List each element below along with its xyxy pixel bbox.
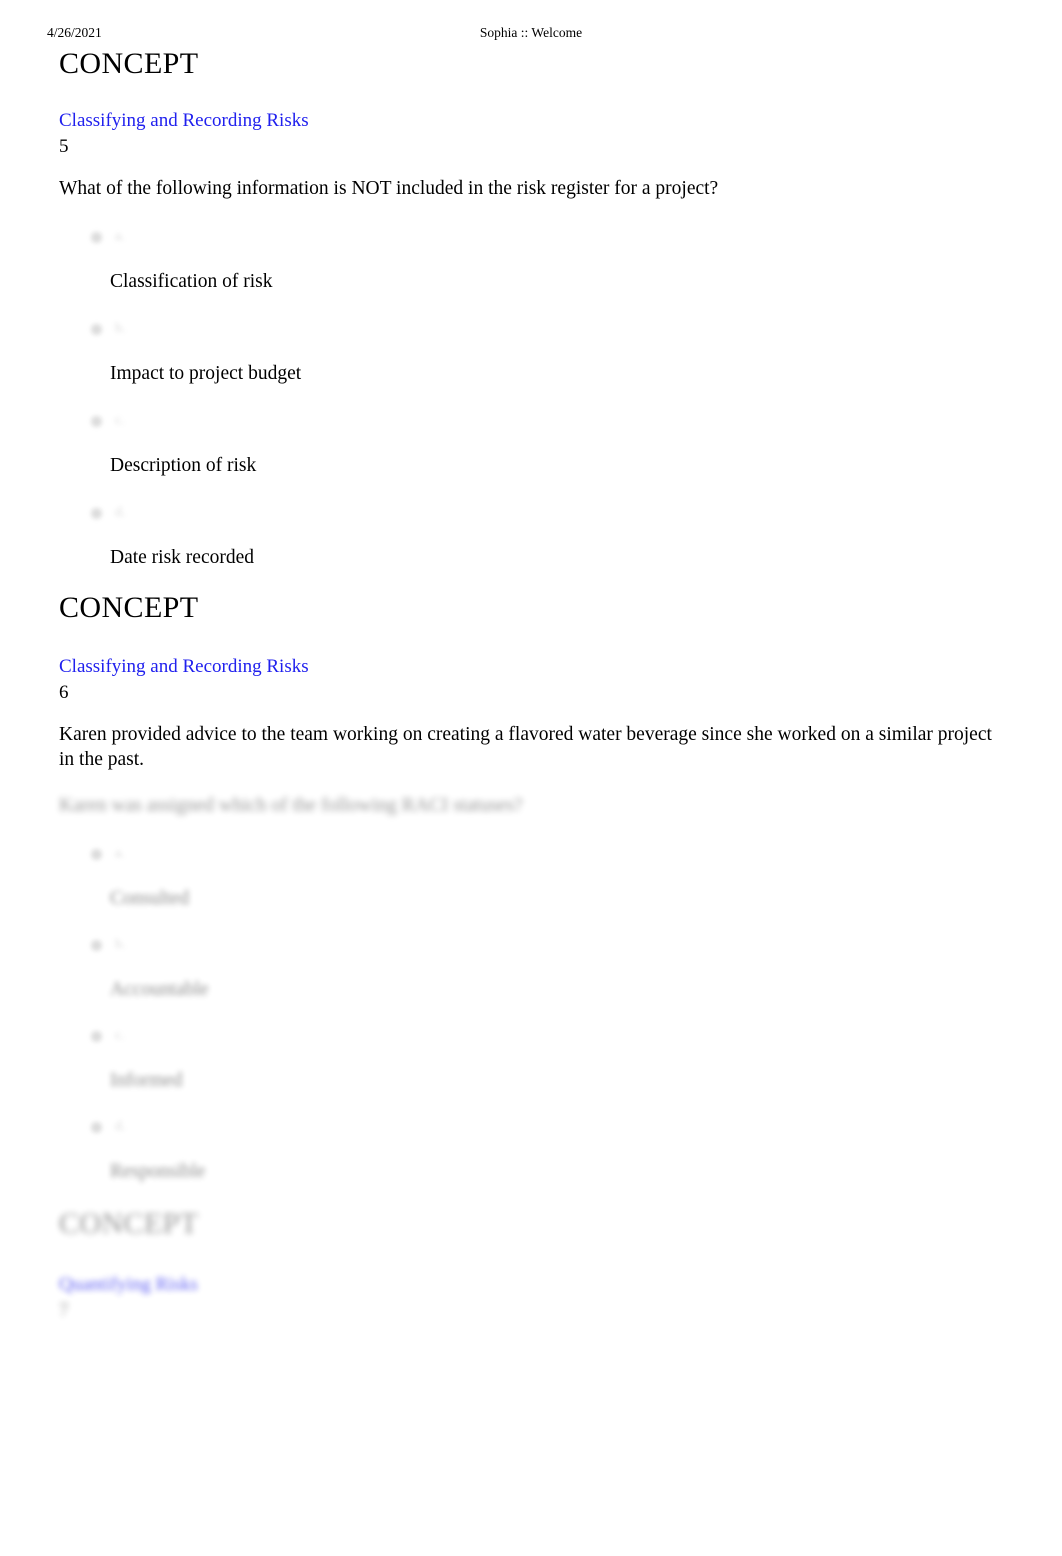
- question-section-7: CONCEPT: [59, 1206, 1019, 1242]
- option-marker[interactable]: a.: [91, 842, 1051, 866]
- option-label[interactable]: Classification of risk: [110, 269, 1062, 294]
- concept-heading: CONCEPT: [59, 47, 199, 80]
- option-letter: b.: [115, 937, 126, 952]
- options-list-6: a. Consulted b. Accountable c. Informed: [59, 842, 1019, 1206]
- option-b[interactable]: b. Impact to project budget: [59, 317, 1019, 409]
- concept-heading: CONCEPT: [59, 1207, 199, 1240]
- concept-link-classifying-and-recording-risks[interactable]: Classifying and Recording Risks: [59, 108, 309, 134]
- option-marker[interactable]: d.: [91, 501, 1051, 525]
- option-marker[interactable]: b.: [91, 933, 1051, 957]
- option-marker[interactable]: c.: [91, 409, 1051, 433]
- option-letter: c.: [115, 413, 125, 428]
- radio-button-icon[interactable]: [91, 848, 102, 860]
- option-label[interactable]: Consulted: [110, 886, 1062, 911]
- print-header: 4/26/2021 Sophia :: Welcome: [0, 23, 1062, 43]
- concept-link-row-7: Quantifying Risks: [59, 1272, 1019, 1298]
- question-number-7: 7: [59, 1298, 1019, 1323]
- option-letter: a.: [115, 229, 125, 244]
- concept-link-row-5: Classifying and Recording Risks: [59, 108, 1019, 134]
- question-followup-6: Karen was assigned which of the followin…: [59, 793, 1019, 818]
- radio-button-icon[interactable]: [91, 1121, 102, 1133]
- option-marker[interactable]: b.: [91, 317, 1051, 341]
- radio-button-icon[interactable]: [91, 415, 102, 427]
- question-prompt: What of the following information is NOT…: [59, 178, 719, 199]
- question-text-5: What of the following information is NOT…: [59, 176, 1019, 201]
- option-c[interactable]: c. Description of risk: [59, 409, 1019, 501]
- option-letter: d.: [115, 1119, 126, 1134]
- options-list-5: a. Classification of risk b. Impact to p…: [59, 225, 1019, 593]
- option-letter: b.: [115, 321, 126, 336]
- options: a. Consulted b. Accountable c. Informed: [59, 842, 1019, 1206]
- concept-link-quantifying-risks[interactable]: Quantifying Risks: [59, 1272, 198, 1298]
- option-marker[interactable]: c.: [91, 1024, 1051, 1048]
- radio-button-icon[interactable]: [91, 323, 102, 335]
- option-letter: a.: [115, 846, 125, 861]
- option-a[interactable]: a. Classification of risk: [59, 225, 1019, 317]
- option-marker[interactable]: d.: [91, 1115, 1051, 1139]
- radio-button-icon[interactable]: [91, 1030, 102, 1042]
- question-followup-prompt: Karen was assigned which of the followin…: [59, 795, 523, 816]
- question-section-6: CONCEPT: [59, 590, 1019, 626]
- print-header-title: Sophia :: Welcome: [479, 25, 583, 40]
- option-label[interactable]: Accountable: [110, 977, 1062, 1002]
- option-label[interactable]: Impact to project budget: [110, 361, 1062, 386]
- option-letter: d.: [115, 505, 126, 520]
- question-section-5: CONCEPT: [59, 46, 1019, 82]
- question-number-label: 5: [59, 136, 69, 157]
- question-number-label: 6: [59, 682, 69, 703]
- option-marker[interactable]: a.: [91, 225, 1051, 249]
- option-label[interactable]: Date risk recorded: [110, 545, 1062, 570]
- concept-link-row-6: Classifying and Recording Risks: [59, 654, 1019, 680]
- question-number-6: 6: [59, 680, 1019, 705]
- print-page: 4/26/2021 Sophia :: Welcome CONCEPT Clas…: [0, 0, 1062, 1556]
- question-text-6: Karen provided advice to the team workin…: [59, 722, 1019, 772]
- option-d[interactable]: d. Date risk recorded: [59, 501, 1019, 593]
- radio-button-icon[interactable]: [91, 939, 102, 951]
- option-c[interactable]: c. Informed: [59, 1024, 1019, 1115]
- option-label[interactable]: Description of risk: [110, 453, 1062, 478]
- option-b[interactable]: b. Accountable: [59, 933, 1019, 1024]
- question-number-label: 7: [59, 1300, 69, 1321]
- option-label[interactable]: Informed: [110, 1068, 1062, 1093]
- option-label[interactable]: Responsible: [110, 1159, 1062, 1184]
- radio-button-icon[interactable]: [91, 507, 102, 519]
- radio-button-icon[interactable]: [91, 231, 102, 243]
- question-prompt: Karen provided advice to the team workin…: [59, 724, 992, 770]
- concept-heading: CONCEPT: [59, 591, 199, 624]
- option-a[interactable]: a. Consulted: [59, 842, 1019, 933]
- option-d[interactable]: d. Responsible: [59, 1115, 1019, 1206]
- option-letter: c.: [115, 1028, 125, 1043]
- concept-link-classifying-and-recording-risks[interactable]: Classifying and Recording Risks: [59, 654, 309, 680]
- options: a. Classification of risk b. Impact to p…: [59, 225, 1019, 593]
- question-number-5: 5: [59, 134, 1019, 159]
